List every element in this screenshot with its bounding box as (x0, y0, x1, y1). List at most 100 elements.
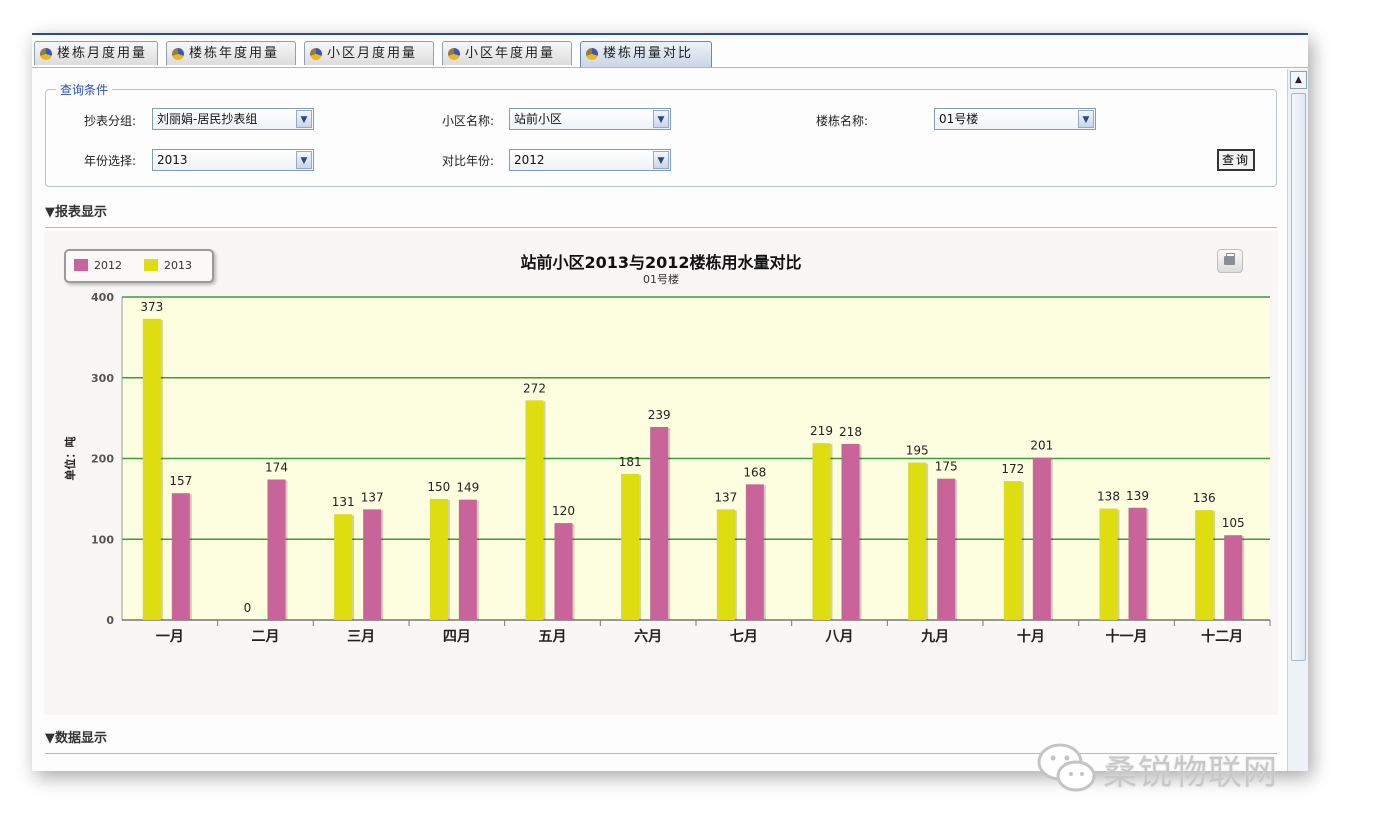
pie-chart-icon (448, 48, 460, 60)
bar-2012 (841, 443, 860, 620)
bar-2013 (716, 509, 735, 620)
bar-2013 (142, 318, 161, 620)
district-select[interactable]: 站前小区 ▼ (509, 108, 671, 130)
x-tick-label: 六月 (634, 628, 662, 645)
tab-building-compare[interactable]: 楼栋用量对比 (580, 41, 712, 67)
data-label: 157 (169, 474, 192, 488)
building-select[interactable]: 01号楼 ▼ (934, 108, 1096, 130)
x-tick-label: 二月 (252, 629, 280, 645)
bar-2012 (363, 509, 382, 620)
bar-2012 (171, 493, 190, 620)
y-tick-label: 400 (91, 291, 114, 304)
data-label: 172 (1001, 462, 1024, 476)
year-value: 2013 (157, 153, 188, 167)
report-section-toggle[interactable]: ▼报表显示 (45, 201, 107, 220)
wechat-logo-icon (1037, 743, 1096, 792)
y-tick-label: 0 (106, 614, 114, 627)
bar-2012 (554, 523, 573, 620)
vertical-scrollbar[interactable]: ▲ ▼ (1287, 69, 1308, 771)
chevron-down-icon[interactable]: ▼ (653, 151, 669, 169)
tab-label: 楼栋用量对比 (603, 46, 694, 61)
bar-chart: 0100200300400单位：吨一月373157二月0174三月131 137四… (63, 291, 1271, 645)
search-button[interactable]: 查询 (1217, 149, 1255, 171)
data-label: 168 (743, 465, 766, 479)
bar-2013 (1195, 510, 1214, 620)
data-label: 139 (1126, 489, 1149, 503)
x-tick-label: 八月 (825, 629, 854, 645)
pie-chart-icon (310, 48, 322, 60)
meter-group-select[interactable]: 刘丽娟-居民抄表组 ▼ (152, 108, 314, 130)
y-axis-label: 单位：吨 (63, 437, 77, 481)
bar-2013 (1003, 481, 1022, 620)
data-label: 136 (1193, 491, 1216, 505)
data-label: 239 (648, 408, 671, 422)
scrollbar-thumb[interactable] (1291, 93, 1306, 661)
bar-2012 (458, 499, 477, 620)
x-tick-label: 十二月 (1201, 628, 1243, 645)
data-section-toggle[interactable]: ▼数据显示 (45, 727, 107, 746)
bar-2012 (1224, 535, 1243, 620)
data-label: 219 (810, 424, 833, 438)
bar-2013 (334, 514, 353, 620)
data-label: 175 (935, 460, 958, 474)
x-tick-label: 一月 (156, 629, 184, 645)
x-tick-label: 三月 (347, 629, 375, 645)
year-label: 年份选择: (84, 154, 137, 168)
data-label: 373 (140, 300, 163, 314)
tab-label: 楼栋月度用量 (57, 46, 148, 61)
data-label: 272 (523, 381, 546, 395)
tab-building-yearly[interactable]: 楼栋年度用量 (166, 41, 296, 65)
x-tick-label: 四月 (443, 629, 471, 645)
scroll-up-arrow-icon[interactable]: ▲ (1290, 71, 1307, 89)
bar-2013 (621, 473, 640, 620)
watermark-text: 桑锐物联网 (1103, 753, 1278, 793)
compare-year-value: 2012 (514, 153, 545, 167)
y-tick-label: 100 (91, 533, 114, 546)
bar-2012 (745, 484, 764, 620)
chevron-down-icon[interactable]: ▼ (296, 151, 312, 169)
tab-label: 楼栋年度用量 (189, 46, 280, 61)
pie-chart-icon (40, 48, 52, 60)
year-select[interactable]: 2013 ▼ (152, 149, 314, 171)
tab-building-monthly[interactable]: 楼栋月度用量 (34, 41, 158, 65)
data-label: 137 (361, 490, 384, 504)
query-conditions-panel: 查询条件 抄表分组: 刘丽娟-居民抄表组 ▼ 小区名称: 站前小区 ▼ 楼栋名称… (45, 81, 1277, 187)
tab-district-monthly[interactable]: 小区月度用量 (304, 41, 434, 65)
data-label: 0 (244, 601, 252, 615)
y-tick-label: 300 (91, 372, 114, 385)
tab-label: 小区月度用量 (327, 46, 418, 61)
data-label: 105 (1222, 516, 1245, 530)
data-label: 150 (427, 480, 450, 494)
bar-2012 (650, 427, 669, 620)
meter-group-value: 刘丽娟-居民抄表组 (157, 112, 258, 126)
compare-year-select[interactable]: 2012 ▼ (509, 149, 671, 171)
chevron-down-icon[interactable]: ▼ (653, 110, 669, 128)
data-label: 181 (619, 455, 642, 469)
district-value: 站前小区 (514, 112, 563, 126)
data-label: 201 (1030, 439, 1053, 453)
pie-chart-icon (586, 48, 598, 60)
bar-2012 (937, 478, 956, 620)
bar-2013 (429, 498, 448, 620)
chart-panel: 2012 2013 站前小区2013与2012楼栋用水量对比 01号楼 0 100… (44, 231, 1278, 715)
x-tick-label: 十月 (1017, 628, 1045, 645)
data-label: 195 (906, 444, 929, 458)
tab-label: 小区年度用量 (465, 46, 556, 61)
data-label: 149 (456, 481, 479, 495)
bar-2012 (1032, 457, 1051, 620)
data-label: 137 (714, 490, 737, 504)
building-value: 01号楼 (939, 112, 979, 126)
tab-bar: 楼栋月度用量 楼栋年度用量 小区月度用量 小区年度用量 楼栋用量对比 (32, 41, 1308, 68)
data-label: 138 (1097, 490, 1120, 504)
meter-group-label: 抄表分组: (84, 114, 137, 128)
chevron-down-icon[interactable]: ▼ (296, 110, 312, 128)
bar-2013 (908, 462, 927, 620)
x-tick-label: 九月 (920, 629, 949, 645)
x-tick-label: 七月 (730, 629, 758, 645)
tab-district-yearly[interactable]: 小区年度用量 (442, 41, 572, 65)
app-window: 楼栋月度用量 楼栋年度用量 小区月度用量 小区年度用量 楼栋用量对比 ▲ ▼ 查… (32, 33, 1308, 771)
pie-chart-icon (172, 48, 184, 60)
chevron-down-icon[interactable]: ▼ (1078, 110, 1094, 128)
divider (45, 227, 1277, 228)
data-label: 174 (265, 460, 288, 474)
